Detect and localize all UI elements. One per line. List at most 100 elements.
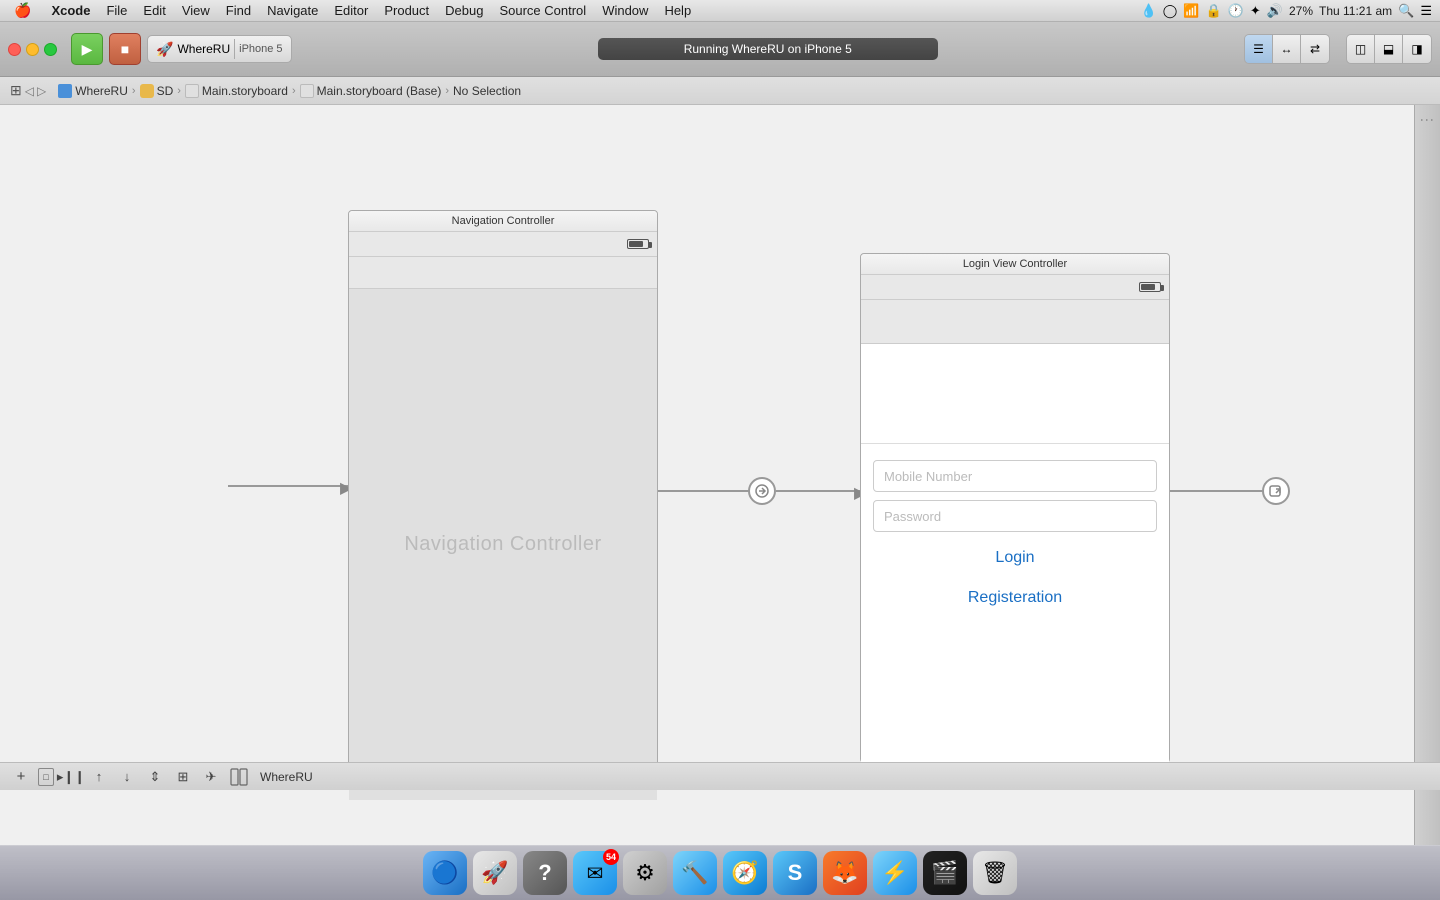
menu-file[interactable]: File <box>100 3 133 18</box>
control-strip-icon[interactable]: ☰ <box>1420 3 1432 19</box>
canvas-area: ▶ Navigation Controller Navigation Contr… <box>0 105 1440 845</box>
breadcrumb-sep-3: › <box>292 85 296 97</box>
nav-forward-button[interactable]: ▷ <box>37 84 46 98</box>
apple-menu[interactable]: 🍎 <box>8 2 37 19</box>
breadcrumb-navigation: ⊞ ◁ ▷ <box>10 82 46 99</box>
document-icon: □ <box>38 768 54 786</box>
inspector-toggle-button[interactable]: ◨ <box>1403 35 1431 63</box>
right-panel-resizer[interactable]: ⋮ <box>1414 105 1440 845</box>
diff-button[interactable]: ⇕ <box>144 766 166 788</box>
xcode-toolbar: ▶ ■ 🚀 WhereRU iPhone 5 Running WhereRU o… <box>0 22 1440 77</box>
storyboard-canvas[interactable]: ▶ Navigation Controller Navigation Contr… <box>0 105 1440 845</box>
nav-back-button[interactable]: ◁ <box>25 84 34 98</box>
breadcrumb-sep-4: › <box>445 85 449 97</box>
version-editor-button[interactable]: ⇄ <box>1301 35 1329 63</box>
breadcrumb-storyboard-base[interactable]: Main.storyboard (Base) <box>300 84 442 98</box>
menu-debug[interactable]: Debug <box>439 3 489 18</box>
run-button[interactable]: ▶ <box>71 33 103 65</box>
battery-display: 27% <box>1289 4 1313 18</box>
navigation-controller-frame[interactable]: Navigation Controller Navigation Control… <box>348 210 658 780</box>
dock-skype[interactable]: S <box>773 851 817 895</box>
window-controls <box>8 43 57 56</box>
panel-toggle-group: ◫ ⬓ ◨ <box>1346 34 1432 64</box>
menu-find[interactable]: Find <box>220 3 257 18</box>
login-controller-title: Login View Controller <box>861 254 1169 275</box>
layout-button[interactable]: ⊞ <box>172 766 194 788</box>
add-button[interactable]: + <box>10 766 32 788</box>
dock-instruments[interactable]: ⚡ <box>873 851 917 895</box>
clock: Thu 11:21 am <box>1319 4 1392 18</box>
maximize-button[interactable] <box>44 43 57 56</box>
storyboard-base-icon <box>300 84 314 98</box>
notification-icon: ◯ <box>1163 3 1178 19</box>
debug-toggle-button[interactable]: ⬓ <box>1375 35 1403 63</box>
registration-button[interactable]: Registeration <box>873 580 1157 616</box>
breadcrumb-sep-2: › <box>177 85 181 97</box>
login-view-controller-frame[interactable]: Login View Controller Mobile Number Pass… <box>860 253 1170 763</box>
stop-button[interactable]: ■ <box>109 33 141 65</box>
sidebar-dots: ⋮ <box>1420 113 1436 127</box>
toolbar-right-controls: ☰ ↔ ⇄ ◫ ⬓ ◨ <box>1244 34 1432 64</box>
nav-body: Navigation Controller <box>349 289 657 800</box>
menu-navigate[interactable]: Navigate <box>261 3 324 18</box>
breadcrumb-folder[interactable]: SD <box>140 84 174 98</box>
breadcrumb-bar: ⊞ ◁ ▷ WhereRU › SD › Main.storyboard › M… <box>0 77 1440 105</box>
dock-mail[interactable]: ✉ 54 <box>573 851 617 895</box>
standard-editor-button[interactable]: ☰ <box>1245 35 1273 63</box>
login-button[interactable]: Login <box>873 540 1157 576</box>
push-segue-icon <box>1262 477 1290 505</box>
spotlight-icon[interactable]: 🔍 <box>1398 3 1414 19</box>
breadcrumb-sep-1: › <box>132 85 136 97</box>
scheme-selector[interactable]: 🚀 WhereRU iPhone 5 <box>147 35 292 63</box>
menu-view[interactable]: View <box>176 3 216 18</box>
download-down-button[interactable]: ↓ <box>116 766 138 788</box>
entry-arrow-line <box>228 485 348 487</box>
close-button[interactable] <box>8 43 21 56</box>
assistant-editor-button[interactable]: ↔ <box>1273 35 1301 63</box>
download-up-button[interactable]: ↑ <box>88 766 110 788</box>
menu-source-control[interactable]: Source Control <box>493 3 592 18</box>
breadcrumb-storyboard[interactable]: Main.storyboard <box>185 84 288 98</box>
nav-navbar <box>349 257 657 289</box>
menu-edit[interactable]: Edit <box>137 3 171 18</box>
dock-safari[interactable]: 🧭 <box>723 851 767 895</box>
password-field[interactable]: Password <box>873 500 1157 532</box>
project-icon <box>58 84 72 98</box>
mobile-number-field[interactable]: Mobile Number <box>873 460 1157 492</box>
login-form: Mobile Number Password Login Registerati… <box>861 444 1169 632</box>
menu-window[interactable]: Window <box>596 3 654 18</box>
dock-help[interactable]: ? <box>523 851 567 895</box>
breadcrumb-selection: No Selection <box>453 84 521 98</box>
dock-system-preferences[interactable]: ⚙ <box>623 851 667 895</box>
dock-xcode[interactable]: 🔨 <box>673 851 717 895</box>
dock: 🔵 🚀 ? ✉ 54 ⚙ 🔨 🧭 S 🦊 ⚡ 🎬 🗑 <box>0 845 1440 900</box>
show-navigator-icon[interactable]: ⊞ <box>10 82 22 99</box>
dock-media-player[interactable]: 🎬 <box>923 851 967 895</box>
filter-button[interactable]: ▸❙❙ <box>60 766 82 788</box>
project-name-label: WhereRU <box>260 770 313 784</box>
lock-icon: 🔒 <box>1206 3 1222 19</box>
menu-editor[interactable]: Editor <box>328 3 374 18</box>
minimize-button[interactable] <box>26 43 39 56</box>
menu-help[interactable]: Help <box>658 3 697 18</box>
dock-rocket[interactable]: 🚀 <box>473 851 517 895</box>
menu-bar: 🍎 Xcode File Edit View Find Navigate Edi… <box>0 0 1440 22</box>
storyboard-icon-bottom <box>228 766 250 788</box>
bluetooth-icon: ✦ <box>1250 3 1261 19</box>
storyboard-base-name: Main.storyboard (Base) <box>317 84 442 98</box>
breadcrumb-project[interactable]: WhereRU <box>58 84 128 98</box>
folder-icon <box>140 84 154 98</box>
menu-xcode[interactable]: Xcode <box>45 3 96 18</box>
dock-firefox[interactable]: 🦊 <box>823 851 867 895</box>
status-message: Running WhereRU on iPhone 5 <box>598 38 938 60</box>
dock-trash[interactable]: 🗑 <box>973 851 1017 895</box>
menu-product[interactable]: Product <box>378 3 435 18</box>
dock-finder[interactable]: 🔵 <box>423 851 467 895</box>
menu-right-items: 💧 ◯ 📶 🔒 🕐 ✦ 🔊 27% Thu 11:21 am 🔍 ☰ <box>1141 3 1432 19</box>
nav-status-bar <box>349 232 657 257</box>
bottom-toolbar: + □ ▸❙❙ ↑ ↓ ⇕ ⊞ ✈ WhereRU <box>0 762 1440 790</box>
login-bottom-content <box>861 632 1169 783</box>
storyboard-icon <box>185 84 199 98</box>
navigator-toggle-button[interactable]: ◫ <box>1347 35 1375 63</box>
send-button[interactable]: ✈ <box>200 766 222 788</box>
